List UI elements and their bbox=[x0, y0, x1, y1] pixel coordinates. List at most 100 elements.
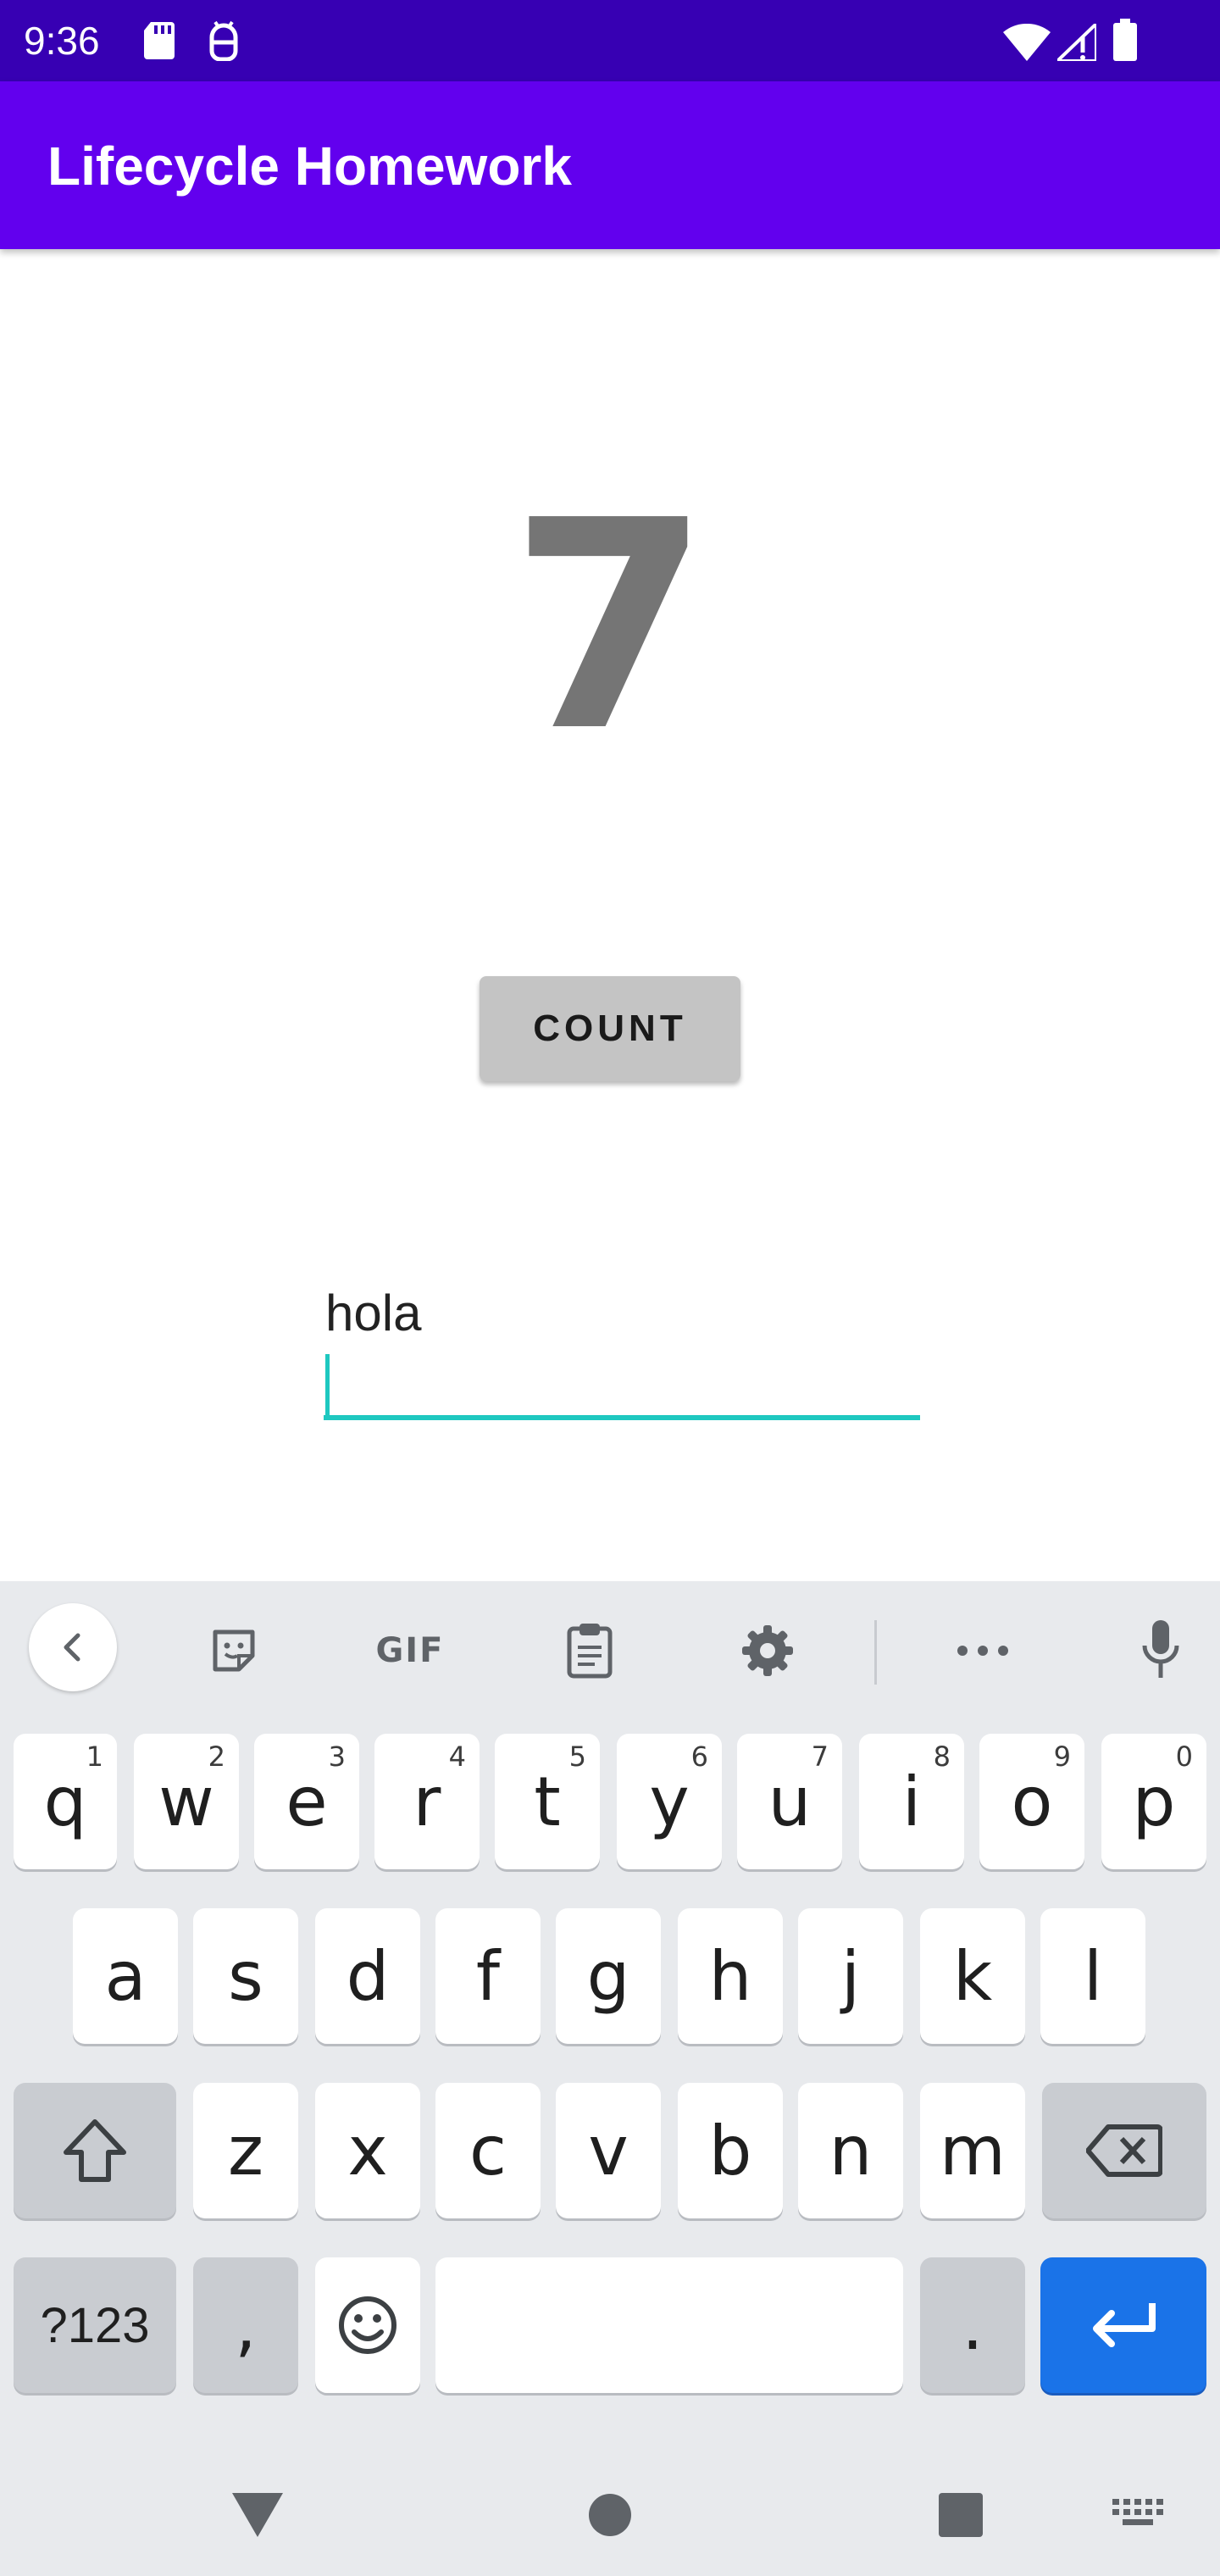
android-debug-icon bbox=[207, 20, 241, 65]
key-label: k bbox=[952, 1936, 993, 2016]
key-label: v bbox=[588, 2111, 629, 2190]
backspace-icon bbox=[1086, 2124, 1162, 2177]
key-hint: 2 bbox=[208, 1740, 225, 1773]
key-label: c bbox=[469, 2111, 507, 2190]
shift-key[interactable] bbox=[14, 2083, 176, 2218]
key-hint: 0 bbox=[1175, 1740, 1193, 1773]
key-a[interactable]: a bbox=[73, 1908, 178, 2044]
key-z[interactable]: z bbox=[193, 2083, 298, 2218]
key-e[interactable]: e3 bbox=[254, 1734, 359, 1869]
key-m[interactable]: m bbox=[920, 2083, 1025, 2218]
sd-card-icon bbox=[142, 20, 176, 65]
key-p[interactable]: p0 bbox=[1101, 1734, 1206, 1869]
key-label: s bbox=[228, 1936, 263, 2016]
key-label: n bbox=[829, 2111, 873, 2190]
text-input-value: hola bbox=[325, 1285, 422, 1341]
key-hint: 1 bbox=[86, 1740, 103, 1773]
key-label: u bbox=[768, 1762, 812, 1841]
back-chevron-icon[interactable] bbox=[29, 1603, 117, 1691]
key-y[interactable]: y6 bbox=[617, 1734, 722, 1869]
key-d[interactable]: d bbox=[315, 1908, 420, 2044]
settings-gear-icon[interactable] bbox=[734, 1617, 801, 1685]
key-label: , bbox=[235, 2285, 257, 2365]
home-circle-icon[interactable] bbox=[566, 2471, 654, 2559]
shift-arrow-icon bbox=[64, 2119, 126, 2182]
sticker-icon[interactable] bbox=[200, 1617, 268, 1685]
keyboard-toolbar: GIF bbox=[0, 1581, 1220, 1713]
emoji-key[interactable] bbox=[315, 2257, 420, 2393]
soft-keyboard: GIF q1 w2 e3 r4 t5 y6 u7 i8 o9 p0 a s d … bbox=[0, 1581, 1220, 2576]
period-key[interactable]: . bbox=[920, 2257, 1025, 2393]
count-display: 7 bbox=[509, 459, 711, 795]
key-g[interactable]: g bbox=[556, 1908, 661, 2044]
battery-icon bbox=[1113, 19, 1137, 65]
enter-key[interactable] bbox=[1040, 2257, 1206, 2393]
key-c[interactable]: c bbox=[435, 2083, 541, 2218]
status-time: 9:36 bbox=[24, 19, 100, 63]
comma-key[interactable]: , bbox=[193, 2257, 298, 2393]
key-hint: 6 bbox=[690, 1740, 708, 1773]
recents-square-icon[interactable] bbox=[917, 2471, 1005, 2559]
key-label: h bbox=[708, 1936, 752, 2016]
key-l[interactable]: l bbox=[1040, 1908, 1145, 2044]
key-j[interactable]: j bbox=[798, 1908, 903, 2044]
spacebar-key[interactable] bbox=[435, 2257, 903, 2393]
key-u[interactable]: u7 bbox=[737, 1734, 842, 1869]
key-f[interactable]: f bbox=[435, 1908, 541, 2044]
emoji-icon bbox=[339, 2296, 396, 2354]
key-h[interactable]: h bbox=[678, 1908, 783, 2044]
key-label: r bbox=[413, 1762, 441, 1841]
symbols-key[interactable]: ?123 bbox=[14, 2257, 176, 2393]
key-i[interactable]: i8 bbox=[859, 1734, 964, 1869]
key-label: a bbox=[104, 1936, 147, 2016]
key-hint: 8 bbox=[933, 1740, 951, 1773]
key-label: g bbox=[586, 1936, 630, 2016]
text-input-field[interactable]: hola bbox=[324, 1280, 920, 1420]
key-q[interactable]: q1 bbox=[14, 1734, 117, 1869]
back-triangle-icon[interactable] bbox=[214, 2471, 302, 2559]
key-o[interactable]: o9 bbox=[979, 1734, 1084, 1869]
key-b[interactable]: b bbox=[678, 2083, 783, 2218]
key-w[interactable]: w2 bbox=[134, 1734, 239, 1869]
key-t[interactable]: t5 bbox=[495, 1734, 600, 1869]
gif-button[interactable]: GIF bbox=[366, 1620, 454, 1681]
key-label: . bbox=[962, 2285, 984, 2365]
key-x[interactable]: x bbox=[315, 2083, 420, 2218]
key-label: b bbox=[708, 2111, 752, 2190]
key-label: j bbox=[840, 1936, 861, 2016]
key-label: e bbox=[286, 1762, 328, 1841]
key-k[interactable]: k bbox=[920, 1908, 1025, 2044]
key-label: l bbox=[1083, 1936, 1103, 2016]
text-input-underline bbox=[324, 1415, 920, 1420]
app-title: Lifecycle Homework bbox=[47, 136, 572, 197]
key-hint: 4 bbox=[448, 1740, 466, 1773]
key-label: t bbox=[534, 1762, 561, 1841]
key-hint: 5 bbox=[568, 1740, 586, 1773]
key-s[interactable]: s bbox=[193, 1908, 298, 2044]
key-hint: 7 bbox=[811, 1740, 829, 1773]
gif-label: GIF bbox=[375, 1631, 445, 1670]
key-label: i bbox=[901, 1762, 922, 1841]
enter-arrow-icon bbox=[1093, 2303, 1156, 2347]
key-label: p bbox=[1132, 1762, 1176, 1841]
key-hint: 9 bbox=[1053, 1740, 1071, 1773]
keyboard-switch-icon[interactable] bbox=[1103, 2488, 1174, 2542]
count-button[interactable]: COUNT bbox=[480, 976, 740, 1081]
signal-icon bbox=[1053, 19, 1098, 65]
key-label: w bbox=[158, 1762, 214, 1841]
key-n[interactable]: n bbox=[798, 2083, 903, 2218]
key-label: f bbox=[475, 1936, 501, 2016]
key-hint: 3 bbox=[328, 1740, 346, 1773]
more-dots-icon[interactable] bbox=[949, 1617, 1017, 1685]
status-bar: 9:36 bbox=[0, 0, 1220, 81]
backspace-key[interactable] bbox=[1042, 2083, 1206, 2218]
microphone-icon[interactable] bbox=[1127, 1612, 1195, 1686]
wifi-icon bbox=[1003, 23, 1051, 65]
key-label: o bbox=[1011, 1762, 1053, 1841]
text-cursor bbox=[325, 1354, 330, 1420]
key-label: ?123 bbox=[40, 2297, 150, 2353]
key-r[interactable]: r4 bbox=[374, 1734, 480, 1869]
toolbar-divider bbox=[874, 1620, 877, 1685]
clipboard-icon[interactable] bbox=[556, 1615, 624, 1686]
key-v[interactable]: v bbox=[556, 2083, 661, 2218]
